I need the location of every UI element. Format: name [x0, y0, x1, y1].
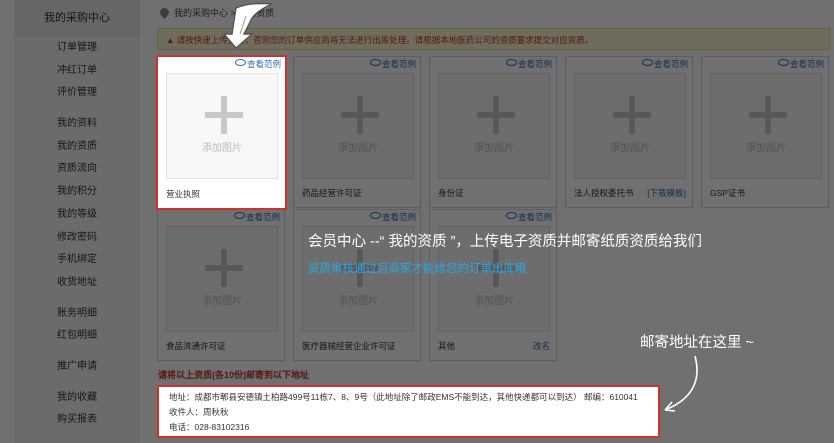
card-name: 法人授权委托书: [574, 188, 634, 198]
address-line: 地址：成都市郫县安德镇土柏路499号11栋7、8、9号（此地址除了邮政EMS不能…: [169, 392, 638, 402]
view-sample-link[interactable]: 查看范例: [369, 211, 416, 223]
upload-image-button[interactable]: 添加图片: [166, 73, 278, 179]
view-sample-link[interactable]: 查看范例: [777, 58, 824, 70]
add-image-label: 添加图片: [202, 296, 242, 307]
sidebar-item[interactable]: 收货地址: [14, 272, 140, 295]
card-action-link[interactable]: [下载模板]: [647, 187, 686, 199]
card-name: 其他: [438, 341, 456, 351]
add-image-label: 添加图片: [338, 296, 378, 307]
sidebar-item[interactable]: 我的积分: [14, 181, 140, 204]
add-image-label: 添加图片: [610, 143, 650, 154]
view-sample-label: 查看范例: [381, 212, 416, 222]
eye-icon: [369, 59, 381, 66]
view-sample-label: 查看范例: [246, 59, 281, 69]
sidebar-item[interactable]: 购买报表: [14, 409, 140, 432]
add-image-label: 添加图片: [474, 296, 514, 307]
sidebar-item[interactable]: 资质流向: [14, 158, 140, 181]
plus-icon: [749, 96, 787, 134]
upload-image-button[interactable]: 添加图片: [710, 73, 822, 179]
qualification-card: 查看范例添加图片身份证: [429, 56, 557, 208]
qualification-card: 查看范例添加图片 GSP证书: [701, 56, 829, 208]
sidebar-item[interactable]: 修改密码: [14, 227, 140, 250]
qualification-card: 查看范例添加图片药品经营许可证: [293, 56, 421, 208]
phone-line: 电话：028-83102316: [169, 422, 250, 432]
view-sample-label: 查看范例: [789, 59, 824, 69]
plus-icon: [205, 249, 243, 287]
card-name: 营业执照: [166, 189, 201, 199]
view-sample-label: 查看范例: [245, 212, 280, 222]
view-sample-link[interactable]: 查看范例: [369, 58, 416, 70]
upload-image-button[interactable]: 添加图片: [166, 226, 278, 332]
card-name: 药品经营许可证: [302, 188, 362, 198]
sidebar-item[interactable]: 冲红订单: [14, 60, 140, 83]
eye-icon: [369, 212, 381, 219]
sidebar-item[interactable]: 我的资质: [14, 136, 140, 159]
eye-icon: [641, 59, 653, 66]
eye-icon: [234, 59, 246, 66]
plus-icon: [477, 96, 515, 134]
mailing-address-box: 地址：成都市郫县安德镇土柏路499号11栋7、8、9号（此地址除了邮政EMS不能…: [157, 385, 660, 438]
card-action-link[interactable]: 改名: [533, 340, 550, 352]
add-image-label: 添加图片: [474, 143, 514, 154]
card-name: 食品流通许可证: [166, 341, 226, 351]
sidebar-item[interactable]: 我的收藏: [14, 387, 140, 410]
view-sample-link[interactable]: 查看范例: [505, 58, 552, 70]
sidebar-item[interactable]: 账务明细: [14, 303, 140, 326]
plus-icon: [205, 96, 243, 134]
location-pin-icon: [158, 6, 171, 19]
annotation-sub: 资质审核通过后商家才能给您的订单出库哦: [308, 263, 527, 275]
view-sample-label: 查看范例: [381, 59, 416, 69]
plus-icon: [613, 96, 651, 134]
highlighted-business-license-card[interactable]: 查看范例添加图片营业执照: [156, 55, 287, 210]
sidebar-menu: 订单管理 冲红订单 评价管理我的资料 我的资质 资质流向 我的积分 我的等级 修改密码 手机绑定…: [14, 37, 140, 432]
view-sample-label: 查看范例: [517, 212, 552, 222]
annotation-mail: 邮寄地址在这里 ~: [640, 335, 754, 351]
qualification-card: 查看范例添加图片食品流通许可证: [157, 209, 285, 361]
add-image-label: 添加图片: [202, 143, 242, 154]
view-sample-label: 查看范例: [517, 59, 552, 69]
sidebar-item[interactable]: 我的资料: [14, 113, 140, 136]
view-sample-link[interactable]: 查看范例: [233, 211, 280, 223]
add-image-label: 添加图片: [338, 143, 378, 154]
sidebar-title: 我的采购中心: [14, 0, 140, 37]
view-sample-link[interactable]: 查看范例: [641, 58, 688, 70]
curved-arrow-icon: [664, 355, 698, 412]
plus-icon: [341, 96, 379, 134]
card-name: GSP证书: [710, 188, 745, 198]
annotation-main: 会员中心 --“ 我的资质 ”，上传电子资质并邮寄纸质资质给我们: [308, 234, 702, 250]
view-sample-link[interactable]: 查看范例: [234, 58, 281, 70]
sidebar-item[interactable]: 推广申请: [14, 356, 140, 379]
view-sample-label: 查看范例: [653, 59, 688, 69]
sidebar-item[interactable]: 订单管理: [14, 37, 140, 60]
eye-icon: [777, 59, 789, 66]
pointer-arrow-icon: [222, 2, 273, 49]
view-sample-link[interactable]: 查看范例: [505, 211, 552, 223]
sidebar-item[interactable]: 评价管理: [14, 82, 140, 105]
eye-icon: [505, 212, 517, 219]
upload-image-button[interactable]: 添加图片: [574, 73, 686, 179]
sidebar: 我的采购中心 订单管理 冲红订单 评价管理我的资料 我的资质 资质流向 我的积分 我的等级修…: [14, 0, 140, 443]
sidebar-item[interactable]: 我的等级: [14, 204, 140, 227]
mail-instruction: 请将以上资质(各10份)邮寄到以下地址: [158, 370, 310, 380]
upload-image-button[interactable]: 添加图片: [438, 73, 550, 179]
sidebar-item[interactable]: 手机绑定: [14, 249, 140, 272]
card-name: 身份证: [438, 188, 464, 198]
eye-icon: [233, 212, 245, 219]
sidebar-item[interactable]: 红包明细: [14, 325, 140, 348]
card-name: 医疗器械经营企业许可证: [302, 341, 396, 351]
upload-image-button[interactable]: 添加图片: [302, 73, 414, 179]
recipient-line: 收件人：周秋秋: [169, 407, 229, 417]
add-image-label: 添加图片: [746, 143, 786, 154]
eye-icon: [505, 59, 517, 66]
qualification-card: 查看范例添加图片法人授权委托书 [下载模板]: [565, 56, 693, 208]
